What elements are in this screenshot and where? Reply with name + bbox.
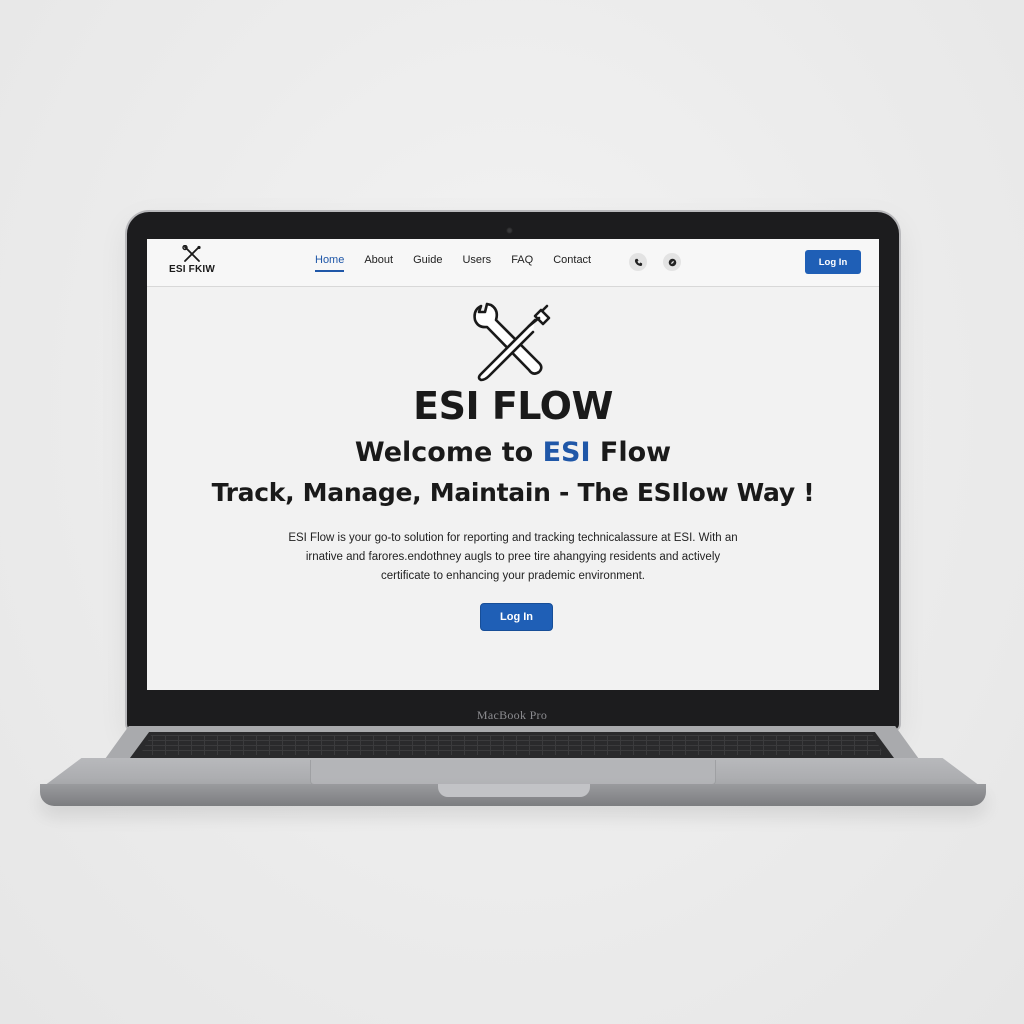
scene-background: ESI FKIW Home About Guide Users FAQ Cont… [0,0,1024,1024]
crossed-tools-icon [182,245,201,262]
nav-about[interactable]: About [364,254,393,272]
hero-tagline: Track, Manage, Maintain - The ESIlow Way… [211,478,815,507]
welcome-suffix: Flow [590,437,672,468]
trackpad [310,760,716,785]
nav-contact[interactable]: Contact [553,254,591,272]
brand-name: ESI FKIW [168,264,216,275]
webcam [506,227,513,234]
site-header: ESI FKIW Home About Guide Users FAQ Cont… [147,239,879,287]
nav-guide[interactable]: Guide [413,254,442,272]
welcome-heading: Welcome to ESI Flow [147,437,879,468]
keyboard-keys [140,735,884,755]
brand-logo[interactable]: ESI FKIW [165,245,219,275]
hero-description: ESI Flow is your go-to solution for repo… [273,529,753,586]
description-line: irnative and farores.endothney augls to … [305,551,721,563]
main-nav: Home About Guide Users FAQ Contact [315,254,591,272]
model-label: MacBook Pro [476,708,548,722]
description-line: certificate to enhancing your prademic e… [380,570,645,582]
compass-icon[interactable] [663,253,681,271]
nav-home[interactable]: Home [315,254,345,272]
phone-icon[interactable] [629,253,647,271]
hero-wordmark: ESI FLOW [413,384,613,428]
nav-users[interactable]: Users [462,254,491,272]
hero-login-button[interactable]: Log In [480,603,553,631]
lid-notch [438,784,590,797]
header-login-button[interactable]: Log In [805,250,861,274]
welcome-prefix: Welcome to [354,437,543,468]
welcome-accent: ESI [542,437,591,468]
laptop-screen: ESI FKIW Home About Guide Users FAQ Cont… [147,239,879,690]
nav-faq[interactable]: FAQ [511,254,533,272]
description-line: ESI Flow is your go-to solution for repo… [288,532,738,544]
crossed-wrench-and-screwdriver-icon [473,302,551,382]
